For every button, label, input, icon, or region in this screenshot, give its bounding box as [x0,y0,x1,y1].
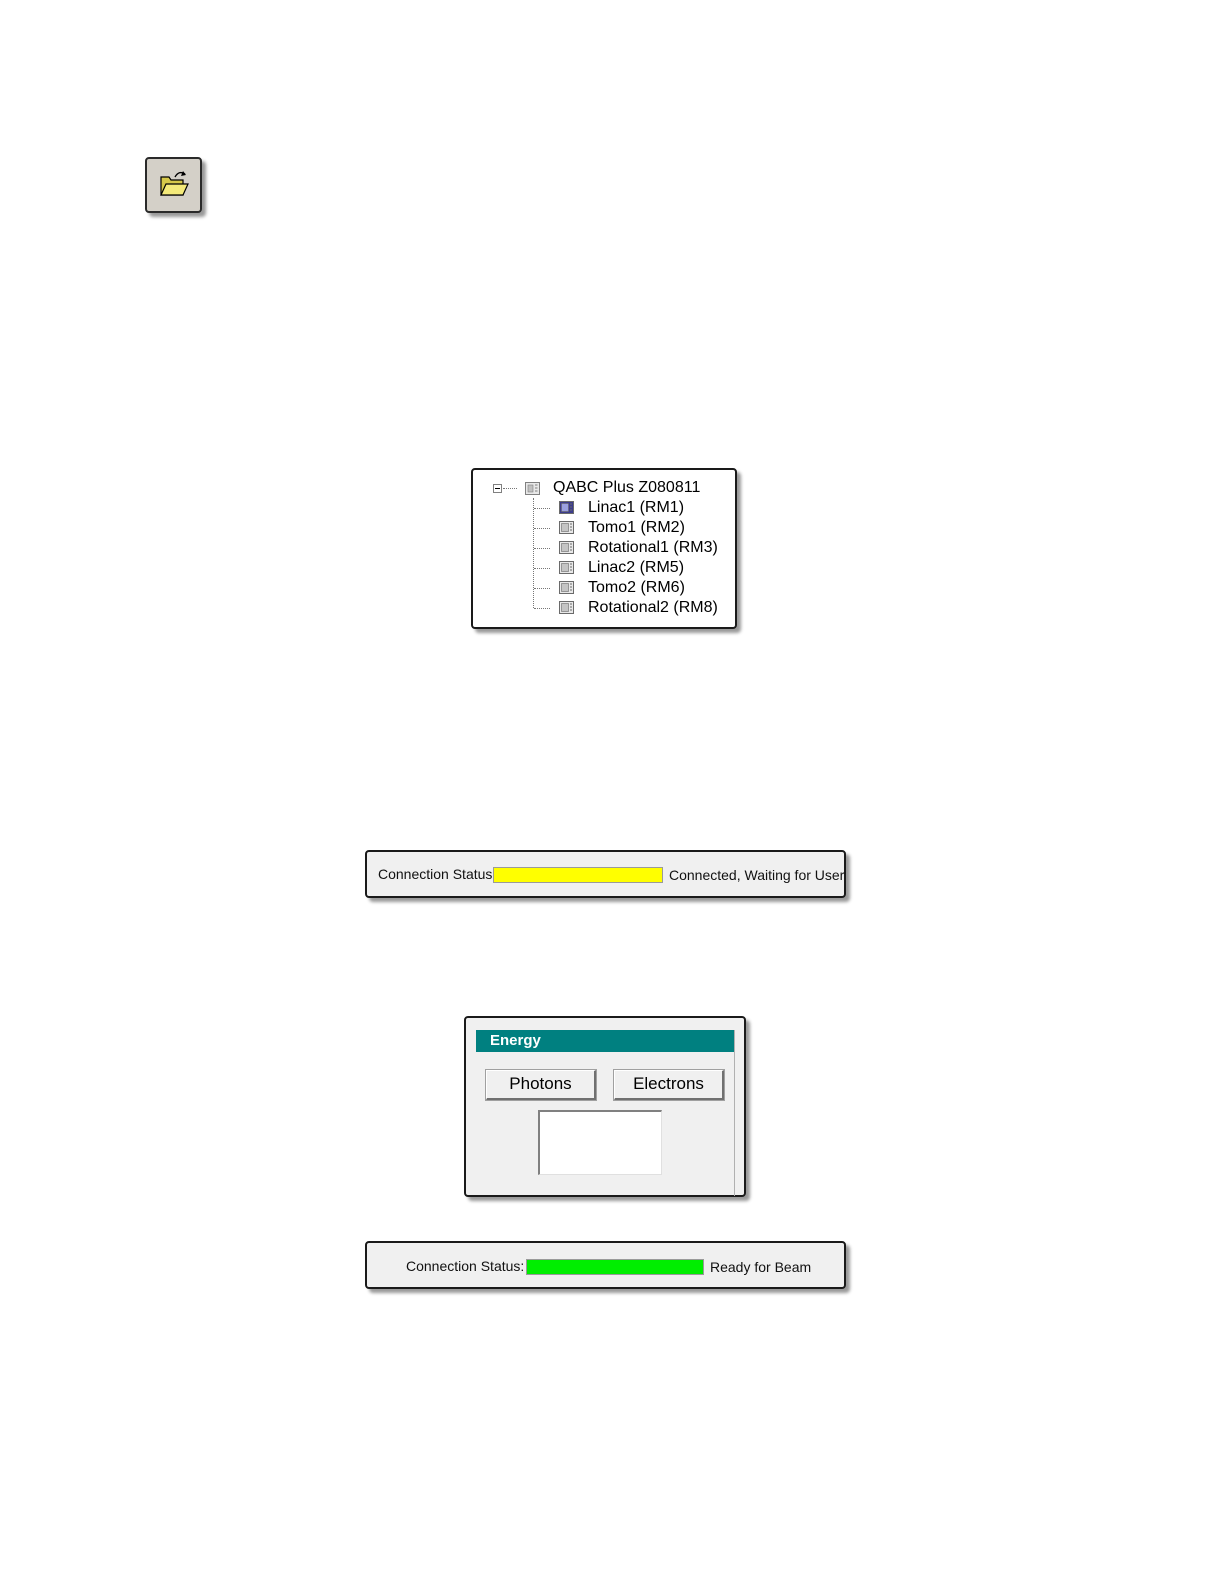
tree-item[interactable]: Rotational1 (RM3) [588,538,718,558]
tree-connector [534,608,550,609]
machine-icon [559,521,574,534]
energy-list[interactable] [538,1110,662,1175]
tree-item-label: Rotational2 (RM8) [588,599,718,616]
connection-status-indicator [493,867,663,883]
panel-divider [734,1030,735,1196]
tree-item-label: Rotational1 (RM3) [588,539,718,556]
tree-connector [533,498,534,608]
energy-panel: Energy Photons Electrons [464,1016,746,1197]
machine-icon [559,561,574,574]
connection-status-label: Connection Status: [406,1258,525,1274]
collapse-toggle[interactable] [493,484,502,493]
tree-root[interactable]: QABC Plus Z080811 [553,478,700,498]
tree-root-label: QABC Plus Z080811 [553,479,701,496]
connection-status-indicator [526,1259,704,1275]
machine-icon [559,601,574,614]
energy-header: Energy [476,1030,734,1052]
tree-connector [534,548,550,549]
tree-connector [534,508,550,509]
device-icon [525,482,540,495]
connection-status-panel-ready: Connection Status: Ready for Beam [365,1241,846,1289]
electrons-button[interactable]: Electrons [613,1069,725,1101]
tree-item[interactable]: Tomo1 (RM2) [588,518,685,538]
connection-status-label: Connection Status: [378,866,497,882]
connection-status-text: Ready for Beam [710,1259,812,1275]
tree-connector [534,528,550,529]
machine-icon [559,501,574,514]
tree-item[interactable]: Rotational2 (RM8) [588,598,718,618]
tree-item-label: Tomo1 (RM2) [588,519,685,536]
open-folder-icon [160,171,189,196]
machine-icon [559,541,574,554]
tree-item[interactable]: Linac2 (RM5) [588,558,684,578]
tree-item-label: Tomo2 (RM6) [588,579,685,596]
tree-item-label: Linac1 (RM1) [588,499,685,516]
connection-status-panel: Connection Status: Connected, Waiting fo… [365,850,846,898]
machine-icon [559,581,574,594]
tree-connector [503,488,517,489]
tree-connector [534,568,550,569]
photons-button[interactable]: Photons [485,1069,597,1101]
tree-item[interactable]: Tomo2 (RM6) [588,578,685,598]
device-tree-panel: QABC Plus Z080811 Linac1 (RM1) Tomo1 (RM2… [471,468,737,629]
tree-item-label: Linac2 (RM5) [588,559,685,576]
open-file-button[interactable] [145,157,202,213]
tree-connector [534,588,550,589]
tree-item[interactable]: Linac1 (RM1) [588,498,684,518]
connection-status-text: Connected, Waiting for User [669,867,845,883]
